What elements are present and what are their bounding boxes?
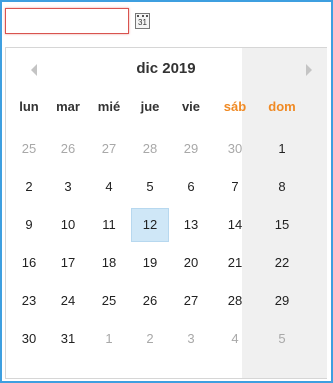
day-number: 24 [60,293,76,308]
day-cell[interactable]: 19 [129,244,171,282]
day-cell[interactable]: 24 [47,282,89,320]
day-cell-other-month[interactable]: 3 [170,320,212,358]
day-number: 5 [146,179,154,194]
day-number: 9 [25,217,33,232]
day-cell[interactable]: 1 [261,130,303,168]
day-cell-other-month[interactable]: 1 [88,320,130,358]
day-number: 3 [64,179,72,194]
day-cell[interactable]: 3 [47,168,89,206]
day-cell[interactable]: 20 [170,244,212,282]
day-number: 18 [101,255,117,270]
day-cell[interactable]: 29 [261,282,303,320]
day-cell[interactable]: 7 [214,168,256,206]
calendar-popup: dic 2019 lun mar mié jue vie sáb dom 25 2… [5,47,327,379]
day-number: 5 [278,331,286,346]
day-cell[interactable]: 13 [170,206,212,244]
day-cell[interactable]: 16 [8,244,50,282]
day-number: 4 [231,331,239,346]
weekday-label: lun [19,99,39,114]
weekday-label: vie [181,99,201,114]
day-cell[interactable]: 8 [261,168,303,206]
day-number: 13 [183,217,199,232]
day-cell[interactable]: 31 [47,320,89,358]
datepicker-widget: 31 dic 2019 lun mar mié jue vie sáb dom … [0,0,333,383]
day-number: 17 [60,255,76,270]
day-cell[interactable]: 18 [88,244,130,282]
day-cell[interactable]: 10 [47,206,89,244]
calendar-icon[interactable]: 31 [135,13,150,29]
day-number: 2 [146,331,154,346]
day-cell[interactable]: 26 [129,282,171,320]
day-cell[interactable]: 25 [88,282,130,320]
day-number: 29 [183,141,199,156]
day-cell[interactable]: 5 [129,168,171,206]
day-cell[interactable]: 9 [8,206,50,244]
day-number: 2 [25,179,33,194]
calendar-icon-label: 31 [138,18,147,27]
day-number: 16 [21,255,37,270]
day-number: 21 [227,255,243,270]
day-number: 8 [278,179,286,194]
day-number: 29 [274,293,290,308]
day-number: 20 [183,255,199,270]
day-cell[interactable]: 15 [261,206,303,244]
day-cell[interactable]: 2 [8,168,50,206]
day-cell-other-month[interactable]: 28 [129,130,171,168]
day-number: 3 [187,331,195,346]
day-number: 14 [227,217,243,232]
month-title[interactable]: dic 2019 [6,60,326,77]
day-number: 22 [274,255,290,270]
day-cell[interactable]: 22 [261,244,303,282]
day-cell[interactable]: 4 [88,168,130,206]
day-number: 27 [101,141,117,156]
day-cell-other-month[interactable]: 27 [88,130,130,168]
day-number: 31 [60,331,76,346]
day-cell-selected[interactable]: 12 [129,206,171,244]
day-number: 25 [21,141,37,156]
day-number: 4 [105,179,113,194]
day-cell-other-month[interactable]: 26 [47,130,89,168]
day-cell-other-month[interactable]: 2 [129,320,171,358]
day-cell-other-month[interactable]: 30 [214,130,256,168]
day-cell[interactable]: 14 [214,206,256,244]
weekday-label: mar [56,99,80,114]
day-cell[interactable]: 30 [8,320,50,358]
day-cell[interactable]: 28 [214,282,256,320]
day-number: 28 [227,293,243,308]
day-number: 10 [60,217,76,232]
day-cell-other-month[interactable]: 29 [170,130,212,168]
day-cell-other-month[interactable]: 25 [8,130,50,168]
day-number: 27 [183,293,199,308]
weekday-label: jue [140,99,160,114]
day-number: 1 [278,141,286,156]
day-number: 19 [142,255,158,270]
weekday-label-weekend: dom [268,99,296,114]
day-number: 26 [60,141,76,156]
day-cell[interactable]: 17 [47,244,89,282]
day-cell[interactable]: 23 [8,282,50,320]
day-number: 23 [21,293,37,308]
day-cell-other-month[interactable]: 5 [261,320,303,358]
day-number: 28 [142,141,158,156]
day-number: 30 [227,141,243,156]
weekday-label: mié [97,99,121,114]
chevron-right-icon[interactable] [306,64,312,76]
day-number: 12 [142,217,158,232]
day-number: 7 [231,179,239,194]
day-number: 11 [102,217,116,232]
day-number: 26 [142,293,158,308]
weekday-label-weekend: sáb [223,99,247,114]
day-number: 6 [187,179,195,194]
day-number: 1 [105,331,113,346]
day-cell[interactable]: 21 [214,244,256,282]
day-cell[interactable]: 11 [88,206,130,244]
day-number: 30 [21,331,37,346]
day-cell[interactable]: 27 [170,282,212,320]
day-number: 25 [101,293,117,308]
day-cell[interactable]: 6 [170,168,212,206]
date-input[interactable] [5,8,129,34]
day-number: 15 [274,217,290,232]
day-cell-other-month[interactable]: 4 [214,320,256,358]
calendar-header: dic 2019 [6,48,326,92]
